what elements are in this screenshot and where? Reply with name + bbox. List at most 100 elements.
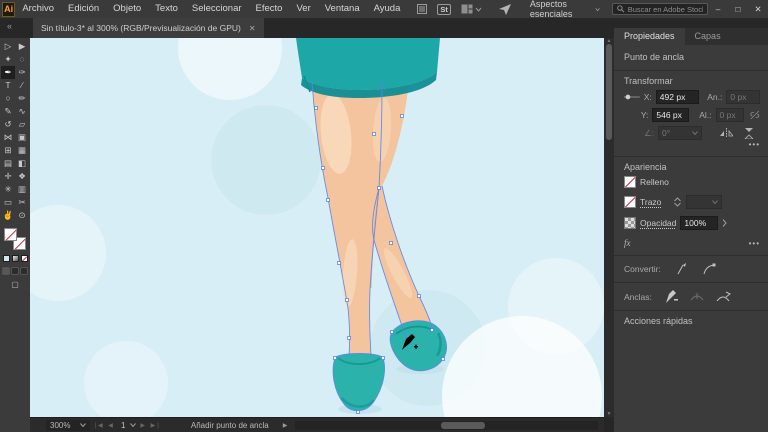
hand-tool[interactable]: ✌ (1, 209, 15, 222)
drawing-mode-buttons (2, 267, 28, 275)
menu-texto[interactable]: Texto (148, 0, 185, 18)
eyedropper-tool[interactable]: ✛ (1, 170, 15, 183)
document-tab[interactable]: Sin título-3* al 300% (RGB/Previsualizac… (33, 18, 264, 38)
free-transform-tool[interactable]: ▣ (15, 131, 29, 144)
remove-anchor-icon[interactable] (664, 290, 678, 303)
paintbrush-tool[interactable]: ✏ (15, 92, 29, 105)
convert-to-smooth-icon[interactable] (702, 263, 716, 275)
gradient-tool[interactable]: ◧ (15, 157, 29, 170)
perspective-grid-tool[interactable]: ▦ (15, 144, 29, 157)
type-tool[interactable]: T (1, 79, 15, 92)
search-placeholder: Buscar en Adobe Stock (628, 5, 703, 14)
stroke-color-swatch[interactable] (624, 196, 636, 208)
fill-swatch-none[interactable] (4, 228, 17, 241)
direct-selection-tool[interactable]: ▶ (15, 40, 29, 53)
menu-edicion[interactable]: Edición (61, 0, 106, 18)
status-options-icon[interactable]: ▶ (283, 422, 288, 429)
horizontal-scrollbar[interactable] (295, 421, 598, 430)
flip-vertical-icon[interactable] (743, 128, 755, 139)
arrange-documents-icon[interactable] (417, 4, 427, 14)
shaper-tool[interactable]: ∿ (15, 105, 29, 118)
none-button[interactable] (21, 255, 28, 262)
opacity-label[interactable]: Opacidad (640, 218, 676, 228)
vertical-scrollbar[interactable]: ▲ ▼ (604, 38, 614, 417)
stroke-weight-stepper[interactable] (673, 197, 682, 207)
convert-to-corner-icon[interactable] (675, 263, 688, 275)
draw-behind-button[interactable] (11, 267, 19, 275)
menu-efecto[interactable]: Efecto (249, 0, 290, 18)
curvature-tool[interactable]: ✑ (15, 66, 29, 79)
menu-archivo[interactable]: Archivo (15, 0, 61, 18)
symbol-sprayer-tool[interactable]: ✳ (1, 183, 15, 196)
column-graph-tool[interactable]: ▥ (15, 183, 29, 196)
document-tab-close-icon[interactable]: ✕ (249, 24, 256, 33)
lasso-tool[interactable]: ◌ (15, 53, 29, 66)
artboard-number[interactable]: 1 (121, 421, 125, 430)
draw-normal-button[interactable] (2, 267, 10, 275)
zoom-level-dropdown[interactable]: 300% (46, 420, 90, 431)
next-artboard-icon[interactable]: ▶ ▶| (140, 422, 160, 429)
fill-stroke-indicator[interactable] (4, 228, 26, 250)
tab-capas[interactable]: Capas (685, 28, 731, 45)
gradient-button[interactable] (12, 255, 19, 262)
opacity-input[interactable]: 100% (680, 216, 718, 230)
draw-inside-button[interactable] (20, 267, 28, 275)
workspace-caret-icon[interactable] (595, 7, 600, 12)
artboard-tool[interactable]: ▭ (1, 196, 15, 209)
selection-tool[interactable]: ▷ (1, 40, 15, 53)
line-segment-tool[interactable]: ∕ (15, 79, 29, 92)
vertical-scrollbar-thumb[interactable] (606, 44, 612, 140)
canvas-artboard[interactable] (30, 38, 604, 417)
workspace-label[interactable]: Aspectos esenciales (530, 0, 592, 19)
y-input[interactable]: 546 px (652, 108, 689, 122)
artboard-caret-icon[interactable] (130, 423, 136, 427)
collapse-tools-icon[interactable]: « (7, 21, 12, 31)
close-button[interactable]: ✕ (748, 0, 768, 18)
magic-wand-tool[interactable]: ✦ (1, 53, 15, 66)
screen-mode-icon[interactable]: ▢ (11, 280, 19, 289)
shape-builder-tool[interactable]: ⊞ (1, 144, 15, 157)
first-artboard-icon[interactable]: |◀ ◀ (94, 422, 114, 429)
flip-horizontal-icon[interactable] (720, 128, 733, 138)
rotate-tool[interactable]: ↺ (1, 118, 15, 131)
cut-path-icon[interactable] (690, 291, 704, 303)
width-tool[interactable]: ⋈ (1, 131, 15, 144)
status-message: Añadir punto de ancla (191, 421, 269, 430)
ellipse-tool[interactable]: ○ (1, 92, 15, 105)
adobe-stock-icon[interactable]: St (437, 4, 451, 15)
fill-color-swatch[interactable] (624, 176, 636, 188)
pencil-tool[interactable]: ✎ (1, 105, 15, 118)
slice-tool[interactable]: ✂ (15, 196, 29, 209)
x-input[interactable]: 492 px (656, 90, 699, 104)
pen-tool[interactable]: ✒ (1, 66, 15, 79)
tab-propiedades[interactable]: Propiedades (614, 28, 685, 45)
color-button[interactable] (3, 255, 10, 262)
reference-point-widget[interactable] (624, 92, 640, 102)
opacity-swatch[interactable] (624, 217, 636, 229)
join-paths-icon[interactable] (716, 291, 731, 303)
share-icon[interactable] (499, 4, 511, 15)
blend-tool[interactable]: ❖ (15, 170, 29, 183)
opacity-chevron-icon[interactable] (722, 219, 727, 227)
menu-seleccionar[interactable]: Seleccionar (185, 0, 249, 18)
transform-more-options[interactable]: ••• (624, 140, 760, 149)
menu-objeto[interactable]: Objeto (106, 0, 148, 18)
anchors-section: Anclas: (614, 283, 768, 311)
fx-button[interactable]: fx (624, 238, 631, 248)
menu-ver[interactable]: Ver (289, 0, 317, 18)
minimize-button[interactable]: – (708, 0, 728, 18)
properties-panel: Propiedades Capas Punto de ancla Transfo… (614, 28, 768, 432)
zoom-tool[interactable]: ⊙ (15, 209, 29, 222)
horizontal-scrollbar-thumb[interactable] (441, 422, 485, 429)
adobe-stock-search-input[interactable]: Buscar en Adobe Stock (612, 3, 708, 15)
appearance-more-options[interactable]: ••• (635, 239, 761, 248)
scale-tool[interactable]: ▱ (15, 118, 29, 131)
scroll-down-icon[interactable]: ▼ (604, 411, 614, 417)
maximize-button[interactable]: □ (728, 0, 748, 18)
stroke-weight-caret-icon (712, 200, 718, 204)
workspace-switcher-icon[interactable] (461, 4, 482, 14)
menu-ayuda[interactable]: Ayuda (367, 0, 408, 18)
stroke-label[interactable]: Trazo (640, 197, 661, 207)
menu-ventana[interactable]: Ventana (318, 0, 367, 18)
mesh-tool[interactable]: ▤ (1, 157, 15, 170)
